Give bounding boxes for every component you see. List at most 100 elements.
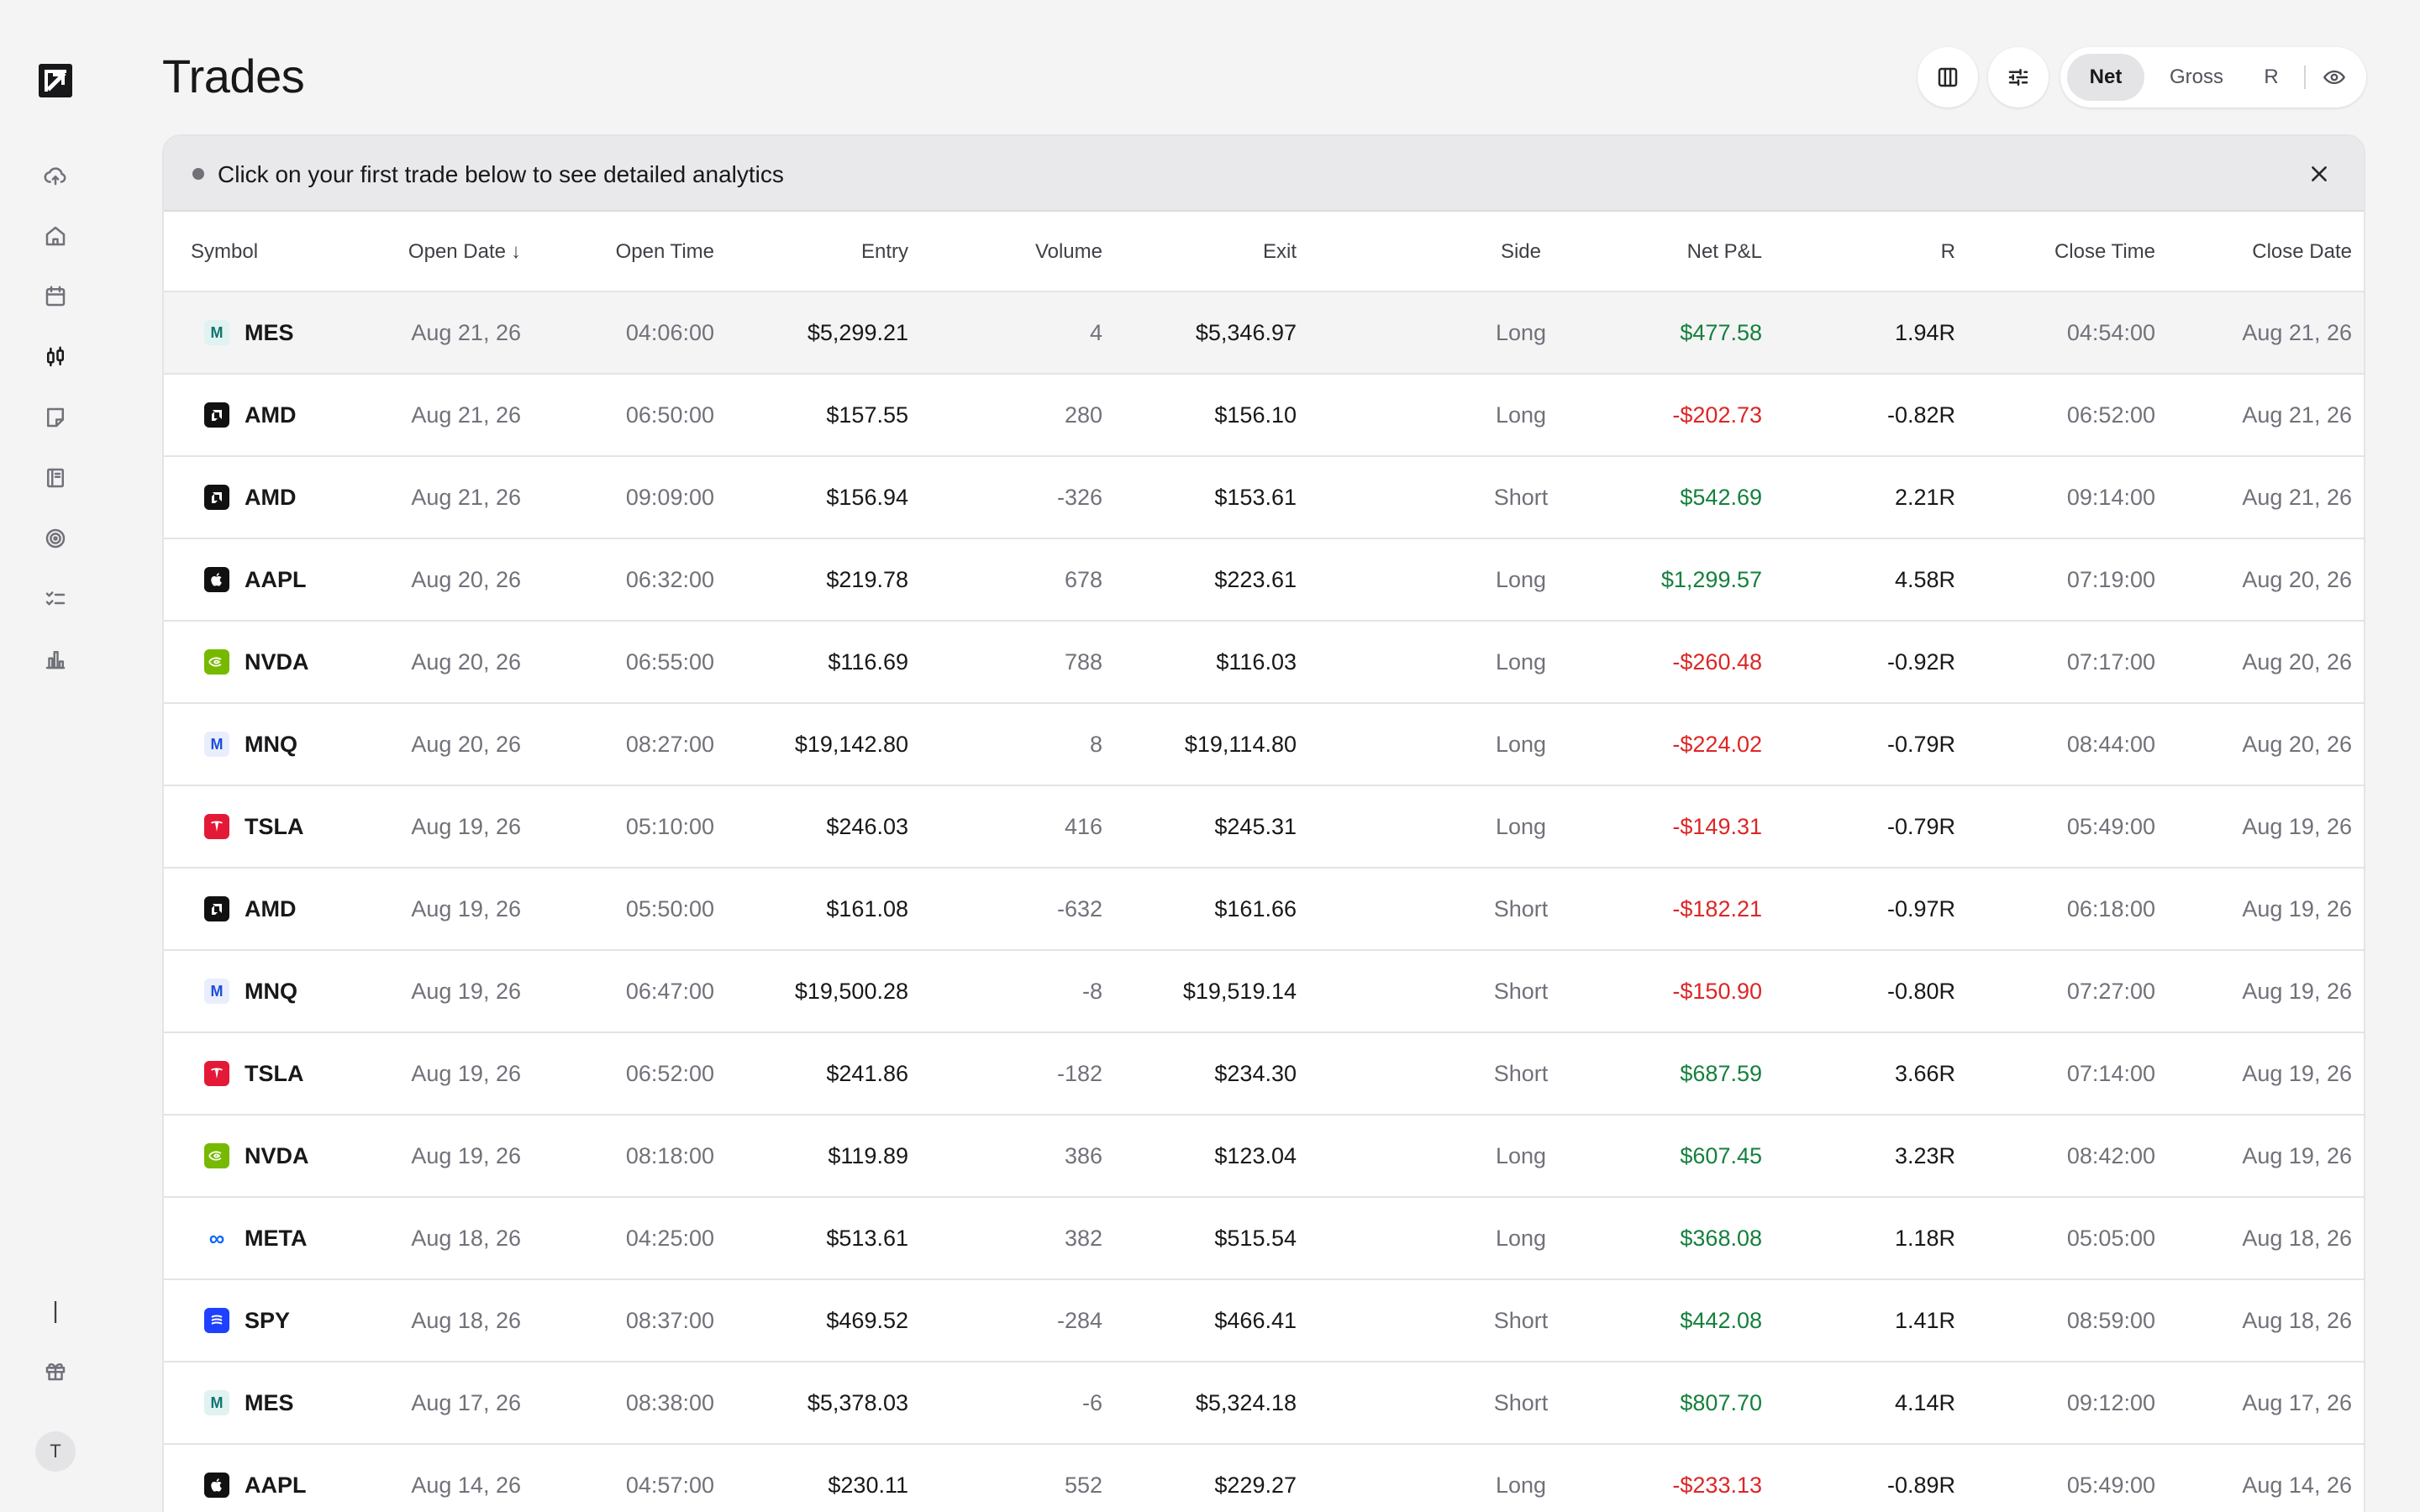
cell-symbol: SPY: [245, 1308, 291, 1333]
column-header-close-time[interactable]: Close Time: [2054, 212, 2155, 292]
column-header-r[interactable]: R: [1941, 212, 1955, 292]
column-header-net-pnl[interactable]: Net P&L: [1687, 212, 1762, 292]
user-avatar[interactable]: T: [35, 1431, 76, 1472]
sidebar-item-upload[interactable]: [39, 159, 72, 192]
table-row[interactable]: TSLA Aug 19, 26 05:10:00 $246.03 416 $245.31 L…: [164, 786, 2364, 869]
table-row[interactable]: AMD Aug 21, 26 06:50:00 $157.55 280 $156.10 Lo…: [164, 375, 2364, 457]
table-row[interactable]: M MNQ Aug 20, 26 08:27:00 $19,142.80 8 $19,114…: [164, 704, 2364, 786]
column-label: Open Time: [615, 240, 714, 263]
cell-side: Long: [1495, 402, 1547, 428]
cell-symbol: TSLA: [245, 814, 304, 839]
sidebar-item-goals[interactable]: [39, 522, 72, 555]
cell-side: Long: [1495, 649, 1547, 675]
table-row[interactable]: AMD Aug 21, 26 09:09:00 $156.94 -326 $153.61 S…: [164, 457, 2364, 539]
amd-logo-icon: [204, 402, 229, 428]
column-header-open-date[interactable]: Open Date ↓: [408, 212, 521, 292]
column-header-symbol[interactable]: Symbol: [191, 212, 258, 292]
eye-icon: [2323, 70, 2346, 85]
sidebar-item-checklist[interactable]: [39, 582, 72, 616]
sidebar-item-calendar[interactable]: [39, 280, 72, 313]
cell-entry: $19,500.28: [794, 979, 908, 1004]
column-header-close-date[interactable]: Close Date: [2252, 212, 2352, 292]
column-header-open-time[interactable]: Open Time: [616, 212, 714, 292]
toggle-r[interactable]: R: [2247, 54, 2296, 101]
cell-r: -0.79R: [1886, 814, 1955, 839]
table-row[interactable]: AAPL Aug 14, 26 04:57:00 $230.11 552 $229.27 L…: [164, 1445, 2364, 1512]
sidebar-item-playbook[interactable]: [39, 461, 72, 495]
cell-open-time: 09:09:00: [625, 485, 714, 510]
cell-volume: 788: [1064, 649, 1102, 675]
cell-close-time: 07:17:00: [2066, 649, 2155, 675]
cell-symbol: AAPL: [245, 1473, 307, 1498]
cell-symbol: MNQ: [245, 732, 297, 757]
cell-open-date: Aug 20, 26: [411, 732, 521, 757]
cell-open-date: Aug 19, 26: [411, 814, 521, 839]
cell-exit: $5,346.97: [1195, 320, 1297, 345]
cell-volume: 552: [1064, 1473, 1102, 1498]
sidebar-collapse-handle[interactable]: |: [39, 1294, 72, 1327]
column-header-volume[interactable]: Volume: [1035, 212, 1102, 292]
sidebar-item-trades[interactable]: [39, 340, 72, 374]
tesla-logo-icon: [204, 1061, 229, 1086]
filters-button[interactable]: [1988, 47, 2049, 108]
cell-open-date: Aug 18, 26: [411, 1308, 521, 1333]
app-logo[interactable]: [37, 62, 74, 99]
sidebar-item-gift[interactable]: [39, 1354, 72, 1388]
sidebar-item-home[interactable]: [39, 219, 72, 253]
cell-open-date: Aug 21, 26: [411, 320, 521, 345]
cell-close-date: Aug 19, 26: [2242, 979, 2352, 1004]
cell-net-pnl: -$182.21: [1672, 896, 1762, 921]
cell-entry: $5,378.03: [807, 1390, 908, 1415]
cell-volume: -284: [1056, 1308, 1102, 1333]
table-row[interactable]: M MES Aug 21, 26 04:06:00 $5,299.21 4 $5,346.9…: [164, 292, 2364, 375]
cell-volume: -632: [1056, 896, 1102, 921]
table-row[interactable]: SPY Aug 18, 26 08:37:00 $469.52 -284 $466.41 S…: [164, 1280, 2364, 1362]
table-row[interactable]: NVDA Aug 20, 26 06:55:00 $116.69 788 $116.03 L…: [164, 622, 2364, 704]
cell-exit: $245.31: [1214, 814, 1297, 839]
cell-r: -0.82R: [1886, 402, 1955, 428]
table-row[interactable]: NVDA Aug 19, 26 08:18:00 $119.89 386 $123.04 L…: [164, 1116, 2364, 1198]
table-row[interactable]: AMD Aug 19, 26 05:50:00 $161.08 -632 $161.66 S…: [164, 869, 2364, 951]
cell-side: Long: [1495, 320, 1547, 345]
cell-net-pnl: -$233.13: [1672, 1473, 1762, 1498]
cell-open-time: 08:38:00: [625, 1390, 714, 1415]
cell-exit: $19,114.80: [1184, 732, 1297, 757]
table-row[interactable]: M MNQ Aug 19, 26 06:47:00 $19,500.28 -8 $19,51…: [164, 951, 2364, 1033]
cell-r: -0.89R: [1886, 1473, 1955, 1498]
column-label: Net P&L: [1686, 240, 1762, 263]
sliders-icon: [2008, 69, 2028, 86]
cell-r: -0.92R: [1886, 649, 1955, 675]
cell-r: 1.41R: [1894, 1308, 1955, 1333]
sidebar-item-reports[interactable]: [39, 643, 72, 676]
table-row[interactable]: ∞ META Aug 18, 26 04:25:00 $513.61 382 $515.54…: [164, 1198, 2364, 1280]
column-header-entry[interactable]: Entry: [861, 212, 908, 292]
visibility-button[interactable]: [2317, 60, 2351, 94]
columns-button[interactable]: [1918, 47, 1978, 108]
cell-entry: $157.55: [826, 402, 908, 428]
columns-icon: [1938, 67, 1958, 87]
cell-symbol: AMD: [245, 402, 297, 428]
nvidia-logo-icon: [204, 649, 229, 675]
cell-open-time: 06:32:00: [625, 567, 714, 592]
sidebar-item-notes[interactable]: [39, 401, 72, 434]
cell-net-pnl: $442.08: [1680, 1308, 1762, 1333]
cell-close-date: Aug 17, 26: [2242, 1390, 2352, 1415]
column-label: Open Date: [408, 240, 506, 263]
banner-text: Click on your first trade below to see d…: [218, 161, 784, 187]
column-header-exit[interactable]: Exit: [1263, 212, 1297, 292]
column-label: Exit: [1262, 240, 1297, 263]
cell-volume: 678: [1064, 567, 1102, 592]
table-row[interactable]: AAPL Aug 20, 26 06:32:00 $219.78 678 $223.61 L…: [164, 539, 2364, 622]
cell-entry: $119.89: [828, 1143, 908, 1168]
table-row[interactable]: M MES Aug 17, 26 08:38:00 $5,378.03 -6 $5,324.…: [164, 1362, 2364, 1445]
column-header-side[interactable]: Side: [1475, 212, 1567, 292]
cell-volume: -6: [1081, 1390, 1102, 1415]
tesla-logo-icon: [204, 814, 229, 839]
toggle-net[interactable]: Net: [2067, 54, 2144, 101]
banner-close-button[interactable]: [2303, 158, 2335, 190]
cell-close-date: Aug 20, 26: [2242, 567, 2352, 592]
table-row[interactable]: TSLA Aug 19, 26 06:52:00 $241.86 -182 $234.30…: [164, 1033, 2364, 1116]
cell-symbol: MES: [245, 1390, 294, 1415]
toggle-gross[interactable]: Gross: [2154, 54, 2238, 101]
cell-open-date: Aug 21, 26: [411, 402, 521, 428]
